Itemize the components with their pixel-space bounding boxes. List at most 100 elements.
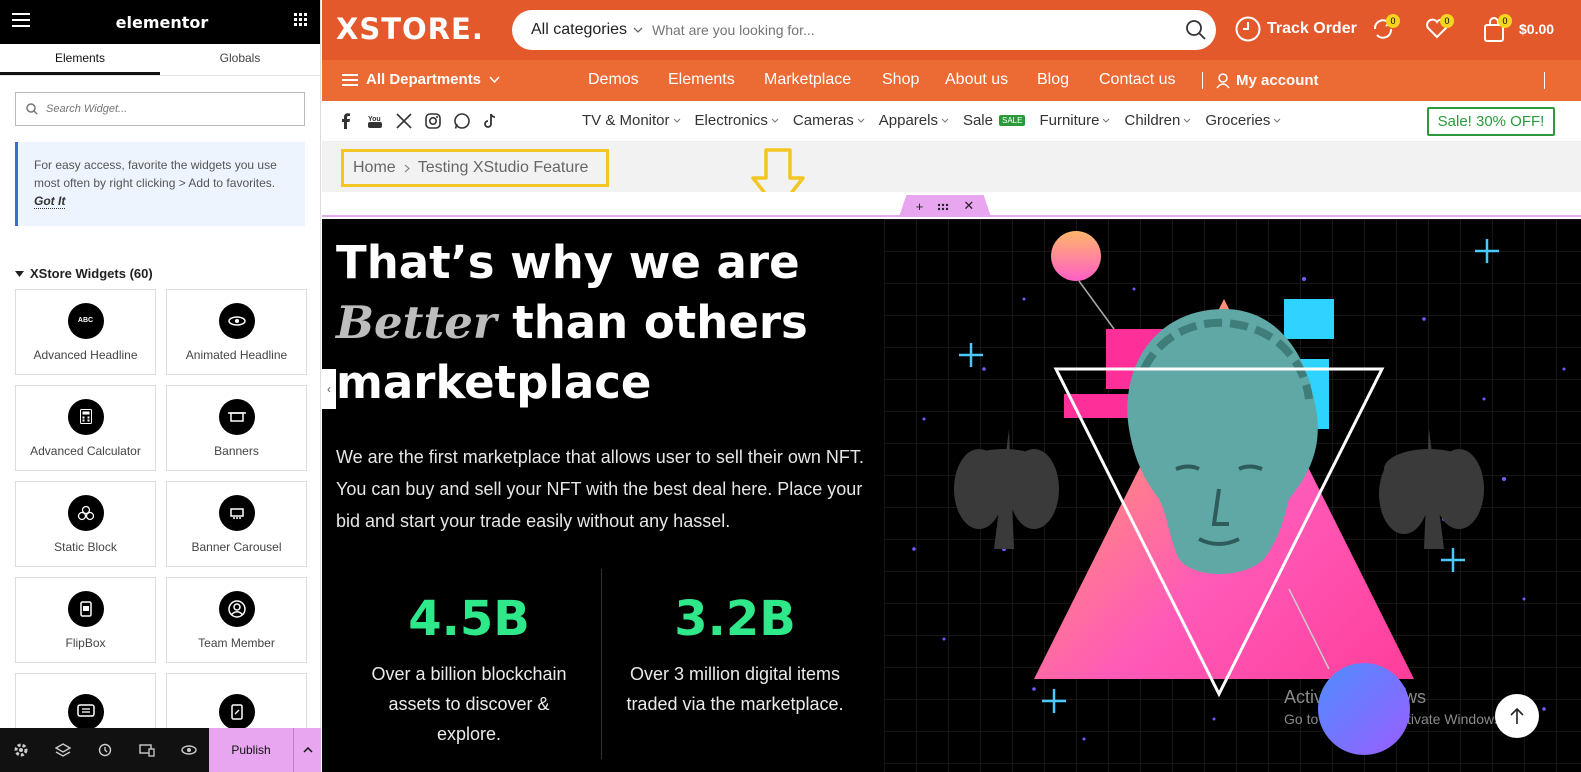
tab-elements[interactable]: Elements <box>0 44 160 75</box>
widget-advanced-headline[interactable]: ABC Advanced Headline <box>15 289 156 375</box>
svg-text:You: You <box>368 116 381 123</box>
widget-label: Team Member <box>198 635 275 650</box>
category-tv-monitor[interactable]: TV & Monitor <box>582 112 681 129</box>
stat-block: 3.2B Over 3 million digital items traded… <box>602 589 868 719</box>
category-label: XStore Widgets (60) <box>30 266 153 281</box>
widget-banners[interactable]: Banners <box>166 385 307 471</box>
carousel-icon <box>218 494 255 531</box>
chevron-down-icon <box>1184 118 1191 123</box>
cart-amount[interactable]: $0.00 <box>1519 21 1554 37</box>
hero-section: ‹ That’s why we are Better than others m… <box>322 219 1581 772</box>
whatsapp-icon[interactable] <box>453 112 471 135</box>
widget-animated-headline[interactable]: Animated Headline <box>166 289 307 375</box>
publish-button[interactable]: Publish <box>209 728 293 772</box>
category-label: Cameras <box>792 112 854 129</box>
widget-testimonials[interactable] <box>15 673 156 729</box>
site-search-input[interactable] <box>652 22 1152 38</box>
category-furniture[interactable]: Furniture <box>1039 112 1110 129</box>
category-electronics[interactable]: Electronics <box>695 112 779 129</box>
stat-text: Over a billion blockchain assets to disc… <box>371 664 567 744</box>
nav-link-demos[interactable]: Demos <box>588 71 668 89</box>
hero-heading-line3: marketplace <box>336 356 652 409</box>
all-departments-label: All Departments <box>366 71 482 88</box>
stat-text: Over 3 million digital items traded via … <box>626 664 844 714</box>
widget-advanced-calculator[interactable]: Advanced Calculator <box>15 385 156 471</box>
facebook-icon[interactable] <box>337 112 355 135</box>
widget-category-header[interactable]: XStore Widgets (60) <box>15 266 320 281</box>
widget-label: Advanced Calculator <box>30 443 141 458</box>
nav-link-marketplace[interactable]: Marketplace <box>764 71 882 89</box>
widget-search[interactable] <box>15 92 305 126</box>
track-order-label: Track Order <box>1267 20 1357 37</box>
widget-static-block[interactable]: Static Block <box>15 481 156 567</box>
category-label: Sale <box>962 112 993 129</box>
my-account-link[interactable]: My account <box>1216 72 1319 89</box>
all-departments-menu[interactable]: All Departments <box>342 71 500 88</box>
wishlist-button[interactable]: 0 <box>1425 14 1454 44</box>
collapse-panel-chevron-left-icon[interactable]: ‹ <box>322 369 336 409</box>
hamburger-menu-icon[interactable] <box>12 12 30 32</box>
panel-logo: elementor <box>115 12 209 32</box>
breadcrumb-home[interactable]: Home <box>353 159 396 177</box>
nav-link-blog[interactable]: Blog <box>1037 71 1099 89</box>
stat-value: 3.2B <box>674 591 796 647</box>
history-icon[interactable] <box>84 743 126 757</box>
hero-heading-emphasis: Better <box>336 296 497 349</box>
widget-label: Banners <box>214 443 259 458</box>
category-groceries[interactable]: Groceries <box>1205 112 1281 129</box>
instagram-icon[interactable] <box>424 112 442 135</box>
nav-links: Demos Elements Marketplace Shop About us… <box>588 71 1199 89</box>
widget-label: Static Block <box>54 539 117 554</box>
x-twitter-icon[interactable] <box>395 112 413 135</box>
widget-flipbox[interactable]: FlipBox <box>15 577 156 663</box>
nav-link-about-us[interactable]: About us <box>945 71 1037 89</box>
chat-bubble-button[interactable] <box>1318 663 1410 755</box>
widget-label: Animated Headline <box>185 347 288 362</box>
social-links: You <box>337 112 500 135</box>
add-section-plus-icon[interactable]: + <box>916 199 924 214</box>
compare-button[interactable]: 0 <box>1371 14 1400 46</box>
nav-divider <box>1544 72 1545 89</box>
sale-promo-button[interactable]: Sale! 30% OFF! <box>1427 107 1555 136</box>
panel-tabs: Elements Globals <box>0 44 320 76</box>
widget-document[interactable] <box>166 673 307 729</box>
widget-banner-carousel[interactable]: Banner Carousel <box>166 481 307 567</box>
section-handle: + ✕ <box>899 195 991 217</box>
breadcrumb: Home Testing XStudio Feature <box>341 149 609 187</box>
got-it-link[interactable]: Got It <box>34 194 66 209</box>
panel-header: elementor <box>0 0 320 44</box>
document-icon <box>218 693 255 729</box>
publish-options-chevron-up-icon[interactable] <box>293 728 321 772</box>
clock-icon <box>1235 16 1261 42</box>
settings-gear-icon[interactable] <box>0 743 42 757</box>
category-label: Furniture <box>1039 112 1100 129</box>
widget-search-input[interactable] <box>46 103 286 115</box>
widgets-grid-icon[interactable] <box>293 12 308 32</box>
scroll-to-top-arrow-up-icon[interactable] <box>1495 694 1539 738</box>
category-select[interactable]: All categories <box>512 21 652 39</box>
site-logo[interactable]: XSTORE. <box>336 12 484 46</box>
responsive-mode-icon[interactable] <box>126 743 168 757</box>
widget-team-member[interactable]: Team Member <box>166 577 307 663</box>
delete-section-close-icon[interactable]: ✕ <box>963 198 974 214</box>
navigator-layers-icon[interactable] <box>42 743 84 757</box>
nav-link-shop[interactable]: Shop <box>882 71 945 89</box>
site-search-bar: All categories <box>512 10 1216 50</box>
category-apparels[interactable]: Apparels <box>879 112 949 129</box>
drag-handle-icon[interactable] <box>937 199 949 214</box>
youtube-icon[interactable]: You <box>366 112 384 135</box>
breadcrumb-current: Testing XStudio Feature <box>417 159 589 176</box>
track-order-link[interactable]: Track Order <box>1235 16 1357 42</box>
search-icon[interactable] <box>1186 20 1206 45</box>
tiktok-icon[interactable] <box>482 112 500 135</box>
cart-button[interactable]: 0 <box>1483 14 1512 48</box>
nav-link-elements[interactable]: Elements <box>668 71 764 89</box>
tab-globals[interactable]: Globals <box>160 44 320 75</box>
nav-link-contact-us[interactable]: Contact us <box>1099 71 1199 89</box>
category-sale[interactable]: Sale SALE <box>963 112 1026 129</box>
blocks-icon <box>67 494 104 531</box>
category-cameras[interactable]: Cameras <box>793 112 865 129</box>
category-children[interactable]: Children <box>1124 112 1191 129</box>
chevron-down-icon <box>1274 118 1281 123</box>
preview-eye-icon[interactable] <box>168 745 210 755</box>
